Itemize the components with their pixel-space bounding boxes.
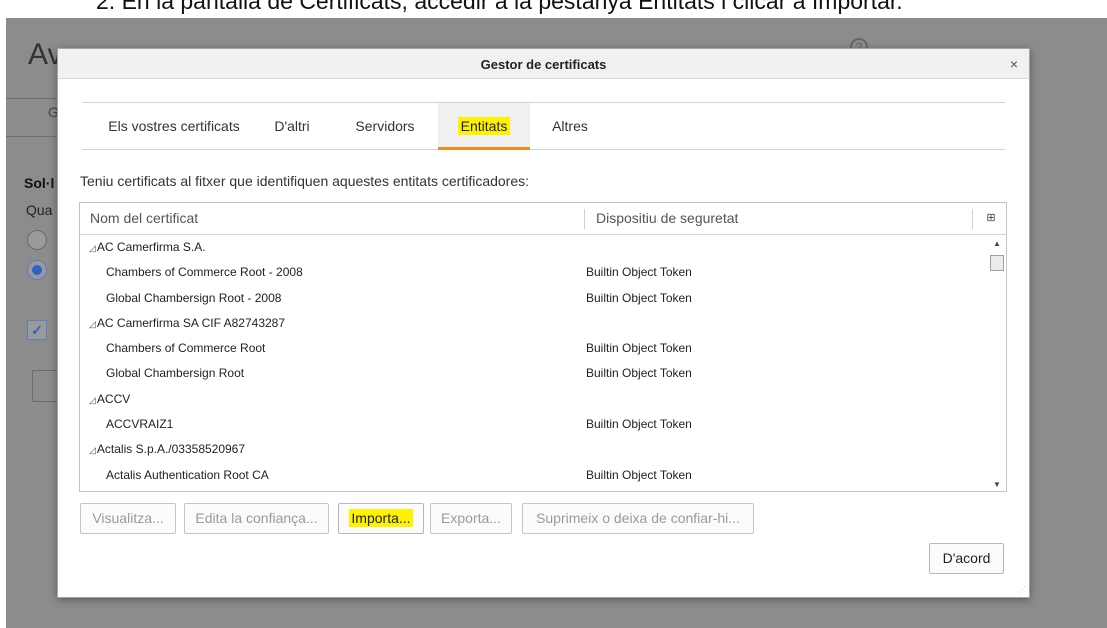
tab-servers[interactable]: Servidors <box>340 103 430 150</box>
column-separator[interactable] <box>584 209 585 229</box>
group-name: AC Camerfirma S.A. <box>96 240 206 254</box>
tree-header: Nom del certificat Dispositiu de seguret… <box>80 203 1006 235</box>
group-name: ACCV <box>96 391 131 406</box>
certificate-name: Chambers of Commerce Root <box>106 341 266 356</box>
security-device: Builtin Object Token <box>586 417 692 432</box>
delete-or-distrust-button[interactable]: Suprimeix o deixa de confiar-hi... <box>522 503 754 534</box>
view-button[interactable]: Visualitza... <box>80 503 176 534</box>
tab-others-people[interactable]: D'altri <box>258 103 326 150</box>
instruction-caption: 2. En la pantalla de Certificats, accedi… <box>96 0 903 14</box>
tab-your-certificates[interactable]: Els vostres certificats <box>94 103 254 150</box>
tree-group-row[interactable]: ◿AC Camerfirma SA CIF A82743287 <box>80 311 990 336</box>
column-header-device[interactable]: Dispositiu de seguretat <box>596 203 738 234</box>
certificate-manager-dialog: Gestor de certificats × Els vostres cert… <box>57 48 1030 598</box>
group-name: AC Camerfirma SA CIF A82743287 <box>96 315 286 330</box>
security-device: Builtin Object Token <box>586 290 692 305</box>
close-icon[interactable]: × <box>1005 55 1023 73</box>
expanded-twisty-icon[interactable]: ◿ <box>89 445 96 455</box>
column-header-name[interactable]: Nom del certificat <box>90 203 198 234</box>
table-row[interactable]: Chambers of Commerce Root Builtin Object… <box>80 336 990 361</box>
tab-label: Altres <box>552 118 588 134</box>
tab-other[interactable]: Altres <box>540 103 600 150</box>
resize-grip-icon[interactable]: ⋰ <box>1018 585 1026 594</box>
expanded-twisty-icon[interactable]: ◿ <box>89 319 96 329</box>
tree-group-row[interactable]: ◿ACCV <box>80 387 990 412</box>
table-row[interactable]: Global Chambersign Root - 2008 Builtin O… <box>80 286 990 311</box>
column-separator[interactable] <box>972 209 973 229</box>
background-question-label: Qua <box>26 202 53 218</box>
column-picker-icon[interactable]: ⊞ <box>984 211 998 225</box>
certificate-name: Chambers of Commerce Root - 2008 <box>106 265 303 280</box>
export-button[interactable]: Exporta... <box>430 503 512 534</box>
checkbox-checked-icon: ✓ <box>27 320 47 340</box>
certificate-tree[interactable]: Nom del certificat Dispositiu de seguret… <box>79 202 1007 492</box>
scrollbar-thumb[interactable] <box>990 255 1004 271</box>
tab-authorities[interactable]: Entitats <box>438 103 530 150</box>
scroll-down-icon[interactable]: ▼ <box>988 480 1006 489</box>
tree-group-row[interactable]: ◿Actalis S.p.A./03358520967 <box>80 437 990 462</box>
tab-label: Servidors <box>355 118 415 134</box>
security-device: Builtin Object Token <box>586 341 692 356</box>
certificate-name: Global Chambersign Root - 2008 <box>106 290 282 305</box>
tree-rows: ◿AC Camerfirma S.A. Chambers of Commerce… <box>80 235 990 488</box>
background-section-label: Sol·l <box>24 175 55 191</box>
certificate-name: Global Chambersign Root <box>106 366 245 381</box>
group-name: Actalis S.p.A./03358520967 <box>96 442 246 457</box>
table-row[interactable]: Actalis Authentication Root CA Builtin O… <box>80 463 990 488</box>
certificate-name: Actalis Authentication Root CA <box>106 467 269 482</box>
vertical-scrollbar[interactable]: ▲ ▼ <box>988 235 1006 491</box>
tab-label: Els vostres certificats <box>108 118 240 134</box>
background-radio-unchecked <box>27 230 47 250</box>
tab-label: Entitats <box>457 117 511 135</box>
table-row[interactable]: Global Chambersign Root Builtin Object T… <box>80 361 990 386</box>
certificate-name: ACCVRAIZ1 <box>106 417 174 432</box>
tab-label: D'altri <box>274 118 310 134</box>
import-button[interactable]: Importa... <box>338 503 424 534</box>
security-device: Builtin Object Token <box>586 366 692 381</box>
import-button-label: Importa... <box>349 509 413 527</box>
ok-button[interactable]: D'acord <box>929 543 1004 574</box>
background-radio-checked <box>27 260 47 280</box>
security-device: Builtin Object Token <box>586 265 692 280</box>
dialog-title: Gestor de certificats <box>480 57 607 72</box>
scroll-up-icon[interactable]: ▲ <box>988 239 1006 248</box>
security-device: Builtin Object Token <box>586 467 692 482</box>
expanded-twisty-icon[interactable]: ◿ <box>89 395 96 405</box>
expanded-twisty-icon[interactable]: ◿ <box>89 243 96 253</box>
table-row[interactable]: Chambers of Commerce Root - 2008 Builtin… <box>80 260 990 285</box>
edit-trust-button[interactable]: Edita la confiança... <box>184 503 329 534</box>
table-row[interactable]: ACCVRAIZ1 Builtin Object Token <box>80 412 990 437</box>
tab-bar: Els vostres certificats D'altri Servidor… <box>82 103 1005 150</box>
dialog-titlebar: Gestor de certificats × <box>58 49 1029 79</box>
intro-text: Teniu certificats al fitxer que identifi… <box>80 173 530 189</box>
tree-group-row[interactable]: ◿AC Camerfirma S.A. <box>80 235 990 260</box>
